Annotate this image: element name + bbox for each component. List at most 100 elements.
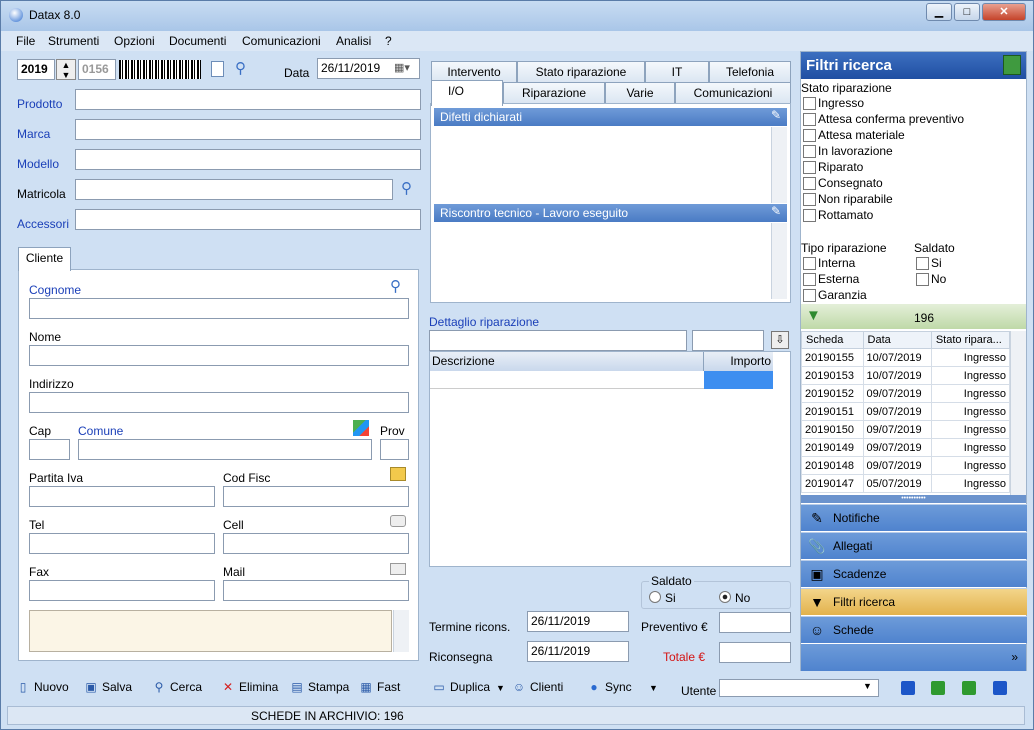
col-descrizione[interactable]: Descrizione [430, 352, 704, 371]
indirizzo-field[interactable] [29, 392, 409, 413]
difetti-scrollbar[interactable] [771, 127, 787, 203]
barcode-icon[interactable] [119, 60, 201, 79]
sync-dropdown-icon[interactable]: ▼ [649, 683, 658, 693]
tipo-checkbox[interactable] [803, 289, 816, 302]
stato-checkbox[interactable] [803, 129, 816, 142]
termine-field[interactable]: 26/11/2019 [527, 611, 629, 632]
tab-varie[interactable]: Varie [605, 82, 675, 104]
mail-field[interactable] [223, 580, 409, 601]
table-row[interactable]: 20190153 10/07/2019 Ingresso [801, 366, 1010, 385]
stato-checkbox[interactable] [803, 113, 816, 126]
menu-help[interactable]: ? [385, 34, 392, 48]
codfisc-field[interactable] [223, 486, 409, 507]
prev-record-button[interactable] [931, 681, 945, 695]
duplica-dropdown-icon[interactable]: ▼ [496, 683, 505, 693]
minimize-button[interactable]: ▁ [926, 3, 952, 21]
toolbar-elimina-button[interactable]: ✕ Elimina [220, 680, 278, 694]
tab-telefonia[interactable]: Telefonia [709, 61, 791, 83]
toolbar-nuovo-button[interactable]: ▯ Nuovo [15, 680, 69, 694]
close-button[interactable]: ✕ [982, 3, 1026, 21]
side-item-allegati[interactable]: 📎 Allegati [801, 532, 1027, 559]
search-icon[interactable]: ⚲ [235, 59, 246, 77]
tab-it[interactable]: IT [645, 61, 709, 83]
toolbar-cerca-button[interactable]: ⚲ Cerca [151, 680, 202, 694]
add-row-button[interactable]: ⇩ [771, 331, 789, 349]
number-field[interactable]: 0156 [78, 59, 116, 80]
tipo-checkbox[interactable] [803, 257, 816, 270]
next-record-button[interactable] [962, 681, 976, 695]
last-record-button[interactable] [993, 681, 1007, 695]
edit-difetti-icon[interactable]: ✎ [771, 108, 781, 122]
mail-icon[interactable] [390, 563, 406, 575]
chevron-down-icon[interactable]: ▼ [863, 681, 872, 691]
table-row[interactable]: 20190152 09/07/2019 Ingresso [801, 384, 1010, 403]
side-item-scadenze[interactable]: ▣ Scadenze [801, 560, 1027, 587]
table-row[interactable]: 20190151 09/07/2019 Ingresso [801, 402, 1010, 421]
cell-field[interactable] [223, 533, 409, 554]
edit-riscontro-icon[interactable]: ✎ [771, 204, 781, 218]
document-icon[interactable] [211, 61, 224, 77]
expand-chevron-icon[interactable]: » [801, 644, 1026, 671]
dettaglio-desc-input[interactable] [429, 330, 687, 351]
riscontro-scrollbar[interactable] [771, 223, 787, 299]
stato-checkbox[interactable] [803, 209, 816, 222]
menu-comunicazioni[interactable]: Comunicazioni [242, 34, 321, 48]
table-row[interactable]: 20190150 09/07/2019 Ingresso [801, 420, 1010, 439]
table-row[interactable]: 20190155 10/07/2019 Ingresso [801, 348, 1010, 367]
table-row[interactable]: 20190147 05/07/2019 Ingresso [801, 474, 1010, 493]
comune-field[interactable] [78, 439, 372, 460]
tab-cliente[interactable]: Cliente [18, 247, 71, 271]
saldato-si-radio[interactable] [649, 591, 661, 603]
prodotto-field[interactable] [75, 89, 421, 110]
cognome-field[interactable] [29, 298, 409, 319]
nome-field[interactable] [29, 345, 409, 366]
modello-field[interactable] [75, 149, 421, 170]
dettaglio-importo-input[interactable] [692, 330, 764, 351]
cap-field[interactable] [29, 439, 70, 460]
toolbar-clienti-button[interactable]: ☺ Clienti [511, 680, 564, 694]
tab-comunicazioni[interactable]: Comunicazioni [675, 82, 791, 104]
col-importo[interactable]: Importo [704, 352, 773, 371]
side-item-schede[interactable]: ☺ Schede [801, 616, 1027, 643]
year-spinner[interactable]: ▲ ▼ [56, 59, 76, 80]
folder-icon[interactable] [390, 467, 406, 481]
toolbar-sync-button[interactable]: ● Sync [586, 680, 631, 694]
cliente-search-icon[interactable]: ⚲ [390, 277, 401, 295]
side-item-filtri-ricerca[interactable]: ▼ Filtri ricerca [801, 588, 1027, 615]
accessori-field[interactable] [75, 209, 421, 230]
stato-checkbox[interactable] [803, 145, 816, 158]
menu-opzioni[interactable]: Opzioni [114, 34, 155, 48]
menu-documenti[interactable]: Documenti [169, 34, 226, 48]
totale-field[interactable] [719, 642, 791, 663]
toolbar-fast-button[interactable]: ▦ Fast [358, 680, 400, 694]
table-row[interactable]: 20190149 09/07/2019 Ingresso [801, 438, 1010, 457]
grid-header[interactable]: Data [862, 331, 932, 349]
tab-riparazione[interactable]: Riparazione [503, 82, 605, 104]
tab-io[interactable]: I/O [431, 80, 503, 106]
saldato-filter-checkbox[interactable] [916, 257, 929, 270]
notes-scrollbar[interactable] [393, 610, 409, 652]
tipo-checkbox[interactable] [803, 273, 816, 286]
piva-field[interactable] [29, 486, 215, 507]
prov-field[interactable] [380, 439, 409, 460]
grid-scrollbar[interactable] [1010, 331, 1026, 495]
tab-stato-riparazione[interactable]: Stato riparazione [517, 61, 645, 83]
maximize-button[interactable]: □ [954, 3, 980, 21]
fax-field[interactable] [29, 580, 215, 601]
side-item-notifiche[interactable]: ✎ Notifiche [801, 504, 1027, 531]
notes-area[interactable] [29, 610, 392, 652]
stato-checkbox[interactable] [803, 97, 816, 110]
utente-select[interactable] [719, 679, 879, 697]
filter-icon[interactable] [1003, 55, 1021, 75]
table-row[interactable]: 20190148 09/07/2019 Ingresso [801, 456, 1010, 475]
map-icon[interactable] [353, 420, 369, 436]
grid-header[interactable]: Stato ripara... [930, 331, 1010, 349]
matricola-field[interactable] [75, 179, 393, 200]
dettaglio-row-importo[interactable] [704, 371, 773, 389]
marca-field[interactable] [75, 119, 421, 140]
saldato-filter-checkbox[interactable] [916, 273, 929, 286]
tel-field[interactable] [29, 533, 215, 554]
toolbar-salva-button[interactable]: ▣ Salva [83, 680, 132, 694]
dettaglio-row[interactable] [430, 371, 704, 389]
first-record-button[interactable] [901, 681, 915, 695]
